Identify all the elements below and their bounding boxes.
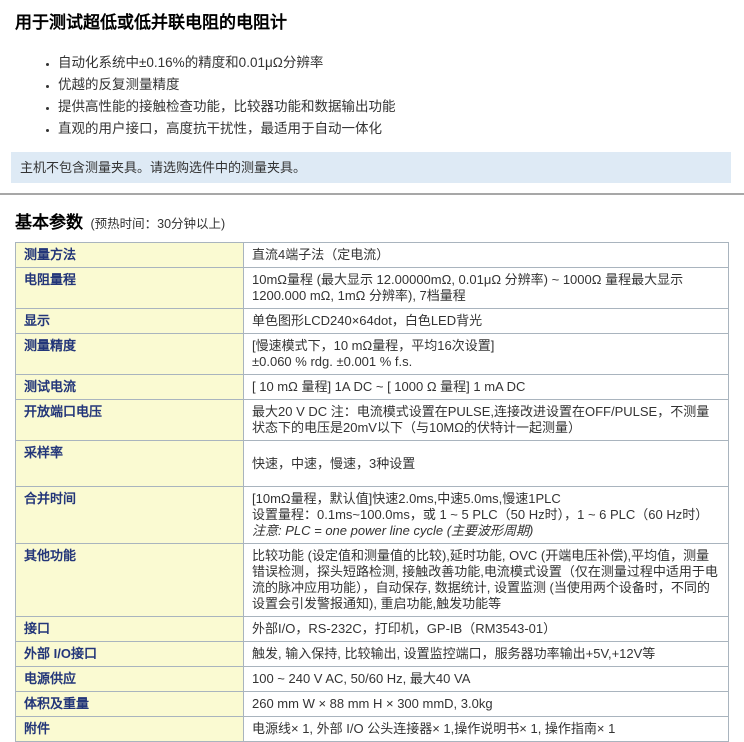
table-row: 显示 单色图形LCD240×64dot，白色LED背光 [16, 309, 729, 334]
table-row: 开放端口电压 最大20 V DC 注：电流模式设置在PULSE,连接改进设置在O… [16, 400, 729, 441]
spec-value-cell: [ 10 mΩ 量程] 1A DC ~ [ 1000 Ω 量程] 1 mA DC [244, 375, 729, 400]
spec-value-line: 100 ~ 240 V AC, 50/60 Hz, 最大40 VA [252, 671, 720, 687]
page-title: 用于测试超低或低并联电阻的电阻计 [15, 12, 729, 34]
feature-item: 直观的用户接口，高度抗干扰性，最适用于自动一体化 [58, 118, 744, 140]
spec-table: 测量方法 直流4端子法（定电流） 电阻量程 10mΩ量程 (最大显示 12.00… [15, 242, 729, 742]
spec-label-cell: 测量方法 [16, 243, 244, 268]
spec-label-cell: 合并时间 [16, 487, 244, 544]
spec-value-line: 单色图形LCD240×64dot，白色LED背光 [252, 313, 720, 329]
feature-item: 自动化系统中±0.16%的精度和0.01μΩ分辨率 [58, 52, 744, 74]
spec-value-line: 260 mm W × 88 mm H × 300 mmD, 3.0kg [252, 696, 720, 712]
spec-value-line: 设置量程：0.1ms~100.0ms，或 1 ~ 5 PLC（50 Hz时），1… [252, 507, 720, 523]
spec-value-line: 注意: PLC = one power line cycle (主要波形周期) [252, 523, 720, 539]
spec-label-cell: 电阻量程 [16, 268, 244, 309]
product-spec-page: 用于测试超低或低并联电阻的电阻计 自动化系统中±0.16%的精度和0.01μΩ分… [0, 12, 744, 742]
table-row: 测试电流 [ 10 mΩ 量程] 1A DC ~ [ 1000 Ω 量程] 1 … [16, 375, 729, 400]
spec-label-cell: 测量精度 [16, 334, 244, 375]
table-row: 接口 外部I/O，RS-232C，打印机，GP-IB（RM3543-01） [16, 617, 729, 642]
spec-value-cell: 直流4端子法（定电流） [244, 243, 729, 268]
spec-value-cell: 外部I/O，RS-232C，打印机，GP-IB（RM3543-01） [244, 617, 729, 642]
table-row: 电源供应 100 ~ 240 V AC, 50/60 Hz, 最大40 VA [16, 667, 729, 692]
spec-value-line: [10mΩ量程，默认值]快速2.0ms,中速5.0ms,慢速1PLC [252, 491, 720, 507]
spec-label-cell: 显示 [16, 309, 244, 334]
spec-label-cell: 测试电流 [16, 375, 244, 400]
spec-value-cell: [10mΩ量程，默认值]快速2.0ms,中速5.0ms,慢速1PLC设置量程：0… [244, 487, 729, 544]
table-row: 外部 I/O接口 触发, 输入保持, 比较输出, 设置监控端口，服务器功率输出+… [16, 642, 729, 667]
spec-value-cell: 10mΩ量程 (最大显示 12.00000mΩ, 0.01μΩ 分辨率) ~ 1… [244, 268, 729, 309]
table-row: 测量精度 [慢速模式下，10 mΩ量程，平均16次设置]±0.060 % rdg… [16, 334, 729, 375]
spec-value-cell: 快速，中速，慢速，3种设置 [244, 441, 729, 487]
notice-box: 主机不包含测量夹具。请选购选件中的测量夹具。 [11, 152, 731, 183]
spec-value-line: 外部I/O，RS-232C，打印机，GP-IB（RM3543-01） [252, 621, 720, 637]
feature-list: 自动化系统中±0.16%的精度和0.01μΩ分辨率优越的反复测量精度提供高性能的… [0, 52, 744, 140]
spec-value-cell: 电源线× 1, 外部 I/O 公头连接器× 1,操作说明书× 1, 操作指南× … [244, 717, 729, 742]
spec-value-cell: 260 mm W × 88 mm H × 300 mmD, 3.0kg [244, 692, 729, 717]
spec-value-cell: [慢速模式下，10 mΩ量程，平均16次设置]±0.060 % rdg. ±0.… [244, 334, 729, 375]
table-row: 附件 电源线× 1, 外部 I/O 公头连接器× 1,操作说明书× 1, 操作指… [16, 717, 729, 742]
feature-item: 优越的反复测量精度 [58, 74, 744, 96]
spec-value-cell: 100 ~ 240 V AC, 50/60 Hz, 最大40 VA [244, 667, 729, 692]
spec-value-line: 10mΩ量程 (最大显示 12.00000mΩ, 0.01μΩ 分辨率) ~ 1… [252, 272, 720, 304]
spec-value-cell: 单色图形LCD240×64dot，白色LED背光 [244, 309, 729, 334]
spec-label-cell: 外部 I/O接口 [16, 642, 244, 667]
section-divider [0, 193, 744, 195]
spec-label-cell: 开放端口电压 [16, 400, 244, 441]
spec-label-cell: 附件 [16, 717, 244, 742]
spec-label-cell: 体积及重量 [16, 692, 244, 717]
table-row: 电阻量程 10mΩ量程 (最大显示 12.00000mΩ, 0.01μΩ 分辨率… [16, 268, 729, 309]
spec-value-line: 快速，中速，慢速，3种设置 [252, 456, 720, 472]
spec-value-cell: 最大20 V DC 注：电流模式设置在PULSE,连接改进设置在OFF/PULS… [244, 400, 729, 441]
spec-value-cell: 触发, 输入保持, 比较输出, 设置监控端口，服务器功率输出+5V,+12V等 [244, 642, 729, 667]
spec-label-cell: 接口 [16, 617, 244, 642]
spec-value-line: 比较功能 (设定值和测量值的比较),延时功能, OVC (开端电压补偿),平均值… [252, 548, 720, 612]
section-subtitle: (预热时间：30分钟以上) [90, 217, 225, 231]
table-row: 测量方法 直流4端子法（定电流） [16, 243, 729, 268]
spec-label-cell: 其他功能 [16, 544, 244, 617]
spec-value-line: [慢速模式下，10 mΩ量程，平均16次设置] [252, 338, 720, 354]
spec-value-line: 最大20 V DC 注：电流模式设置在PULSE,连接改进设置在OFF/PULS… [252, 404, 720, 436]
feature-item: 提供高性能的接触检查功能，比较器功能和数据输出功能 [58, 96, 744, 118]
spec-label-cell: 采样率 [16, 441, 244, 487]
table-row: 其他功能 比较功能 (设定值和测量值的比较),延时功能, OVC (开端电压补偿… [16, 544, 729, 617]
spec-value-line: [ 10 mΩ 量程] 1A DC ~ [ 1000 Ω 量程] 1 mA DC [252, 379, 720, 395]
section-heading: 基本参数 (预热时间：30分钟以上) [15, 208, 744, 233]
table-row: 体积及重量 260 mm W × 88 mm H × 300 mmD, 3.0k… [16, 692, 729, 717]
spec-table-body: 测量方法 直流4端子法（定电流） 电阻量程 10mΩ量程 (最大显示 12.00… [16, 243, 729, 742]
table-row: 合并时间 [10mΩ量程，默认值]快速2.0ms,中速5.0ms,慢速1PLC设… [16, 487, 729, 544]
spec-value-line: 直流4端子法（定电流） [252, 247, 720, 263]
spec-value-line: 触发, 输入保持, 比较输出, 设置监控端口，服务器功率输出+5V,+12V等 [252, 646, 720, 662]
spec-value-cell: 比较功能 (设定值和测量值的比较),延时功能, OVC (开端电压补偿),平均值… [244, 544, 729, 617]
spec-label-cell: 电源供应 [16, 667, 244, 692]
section-title: 基本参数 [15, 213, 83, 232]
spec-value-line: ±0.060 % rdg. ±0.001 % f.s. [252, 354, 720, 370]
notice-text: 主机不包含测量夹具。请选购选件中的测量夹具。 [20, 160, 306, 175]
table-row: 采样率 快速，中速，慢速，3种设置 [16, 441, 729, 487]
